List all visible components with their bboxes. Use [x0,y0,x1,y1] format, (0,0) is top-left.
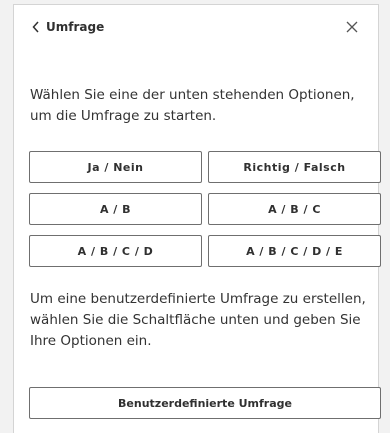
poll-panel: Umfrage Wählen Sie eine der unten stehen… [14,5,381,433]
option-ab-button[interactable]: A / B [29,193,202,225]
custom-poll-description: Um eine benutzerdefinierte Umfrage zu er… [30,291,366,349]
chevron-left-icon [32,21,40,33]
panel-header: Umfrage [14,5,378,49]
intro-text: Wählen Sie eine der unten stehenden Opti… [30,87,355,124]
panel-title: Umfrage [46,20,105,34]
option-true-false-button[interactable]: Richtig / Falsch [208,151,381,183]
option-abcd-button[interactable]: A / B / C / D [29,235,202,267]
option-abcde-button[interactable]: A / B / C / D / E [208,235,381,267]
custom-poll-button[interactable]: Benutzerdefinierte Umfrage [29,387,381,419]
option-yes-no-button[interactable]: Ja / Nein [29,151,202,183]
close-icon [342,17,362,37]
back-button[interactable]: Umfrage [32,16,104,38]
close-button[interactable] [342,17,362,37]
option-abc-button[interactable]: A / B / C [208,193,381,225]
